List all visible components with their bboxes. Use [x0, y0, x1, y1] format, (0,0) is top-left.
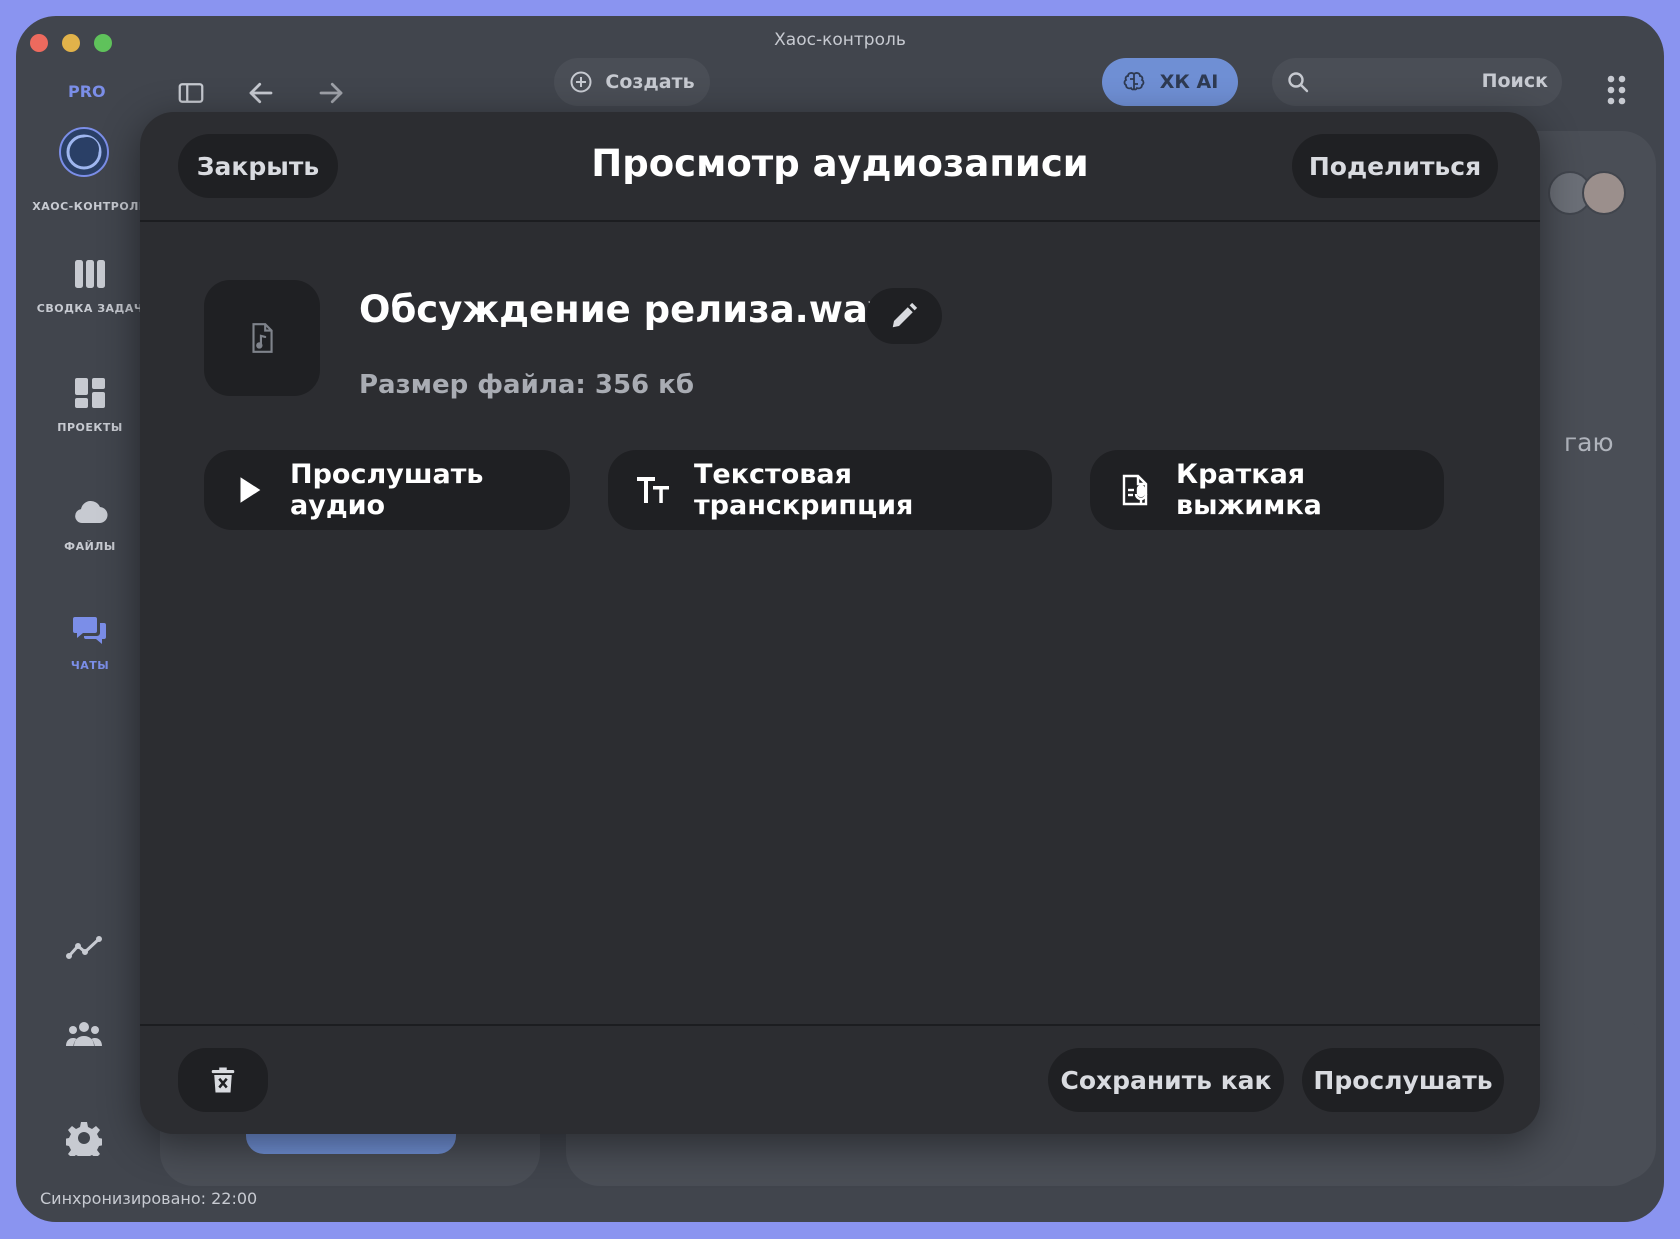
columns-icon — [75, 260, 105, 288]
app-logo[interactable] — [58, 126, 110, 178]
dashboard-icon — [75, 378, 105, 408]
sidebar-logo-label: ХАОС-КОНТРОЛЬ — [32, 200, 148, 213]
summary-mic-icon — [1122, 474, 1148, 506]
sidebar-item-label: СВОДКА ЗАДАЧ — [36, 302, 144, 315]
play-audio-button[interactable]: Прослушать аудио — [204, 450, 570, 530]
save-as-button[interactable]: Сохранить как — [1048, 1048, 1284, 1112]
pro-badge: PRO — [68, 82, 106, 101]
background-text: гаю — [1564, 428, 1614, 457]
apps-grid-icon[interactable] — [1606, 74, 1632, 106]
text-size-icon — [637, 477, 669, 503]
forward-arrow-icon[interactable] — [316, 78, 346, 108]
transcription-button[interactable]: Текстовая транскрипция — [608, 450, 1052, 530]
sidebar-item-files[interactable]: ФАЙЛЫ — [30, 494, 150, 553]
file-name: Обсуждение релиза.wav — [359, 288, 892, 331]
app-window: Хаос-контроль PRO Создать ХК AI Поиск ХА… — [16, 16, 1664, 1222]
rename-button[interactable] — [866, 288, 942, 344]
audio-preview-modal: Закрыть Просмотр аудиозаписи Поделиться … — [140, 112, 1540, 1134]
plus-circle-icon — [570, 71, 592, 93]
sidebar-item-label: ФАЙЛЫ — [64, 540, 116, 553]
back-arrow-icon[interactable] — [246, 78, 276, 108]
cloud-icon — [75, 500, 108, 524]
trash-icon — [211, 1067, 235, 1093]
pencil-icon — [892, 302, 918, 328]
create-button-label: Создать — [605, 71, 695, 93]
modal-footer: Сохранить как Прослушать — [140, 1024, 1540, 1134]
sidebar-item-label: ЧАТЫ — [70, 659, 110, 672]
transcription-label: Текстовая транскрипция — [694, 459, 914, 521]
sync-status: Синхронизировано: 22:00 — [40, 1189, 258, 1208]
sidebar-item-chats[interactable]: ЧАТЫ — [30, 613, 150, 672]
chat-icon — [73, 617, 106, 644]
brain-icon — [1123, 72, 1145, 91]
create-button[interactable]: Создать — [554, 58, 710, 106]
search-placeholder: Поиск — [1481, 70, 1548, 92]
sidebar-item-label: ПРОЕКТЫ — [57, 421, 123, 434]
search-field[interactable]: Поиск — [1272, 58, 1562, 106]
file-size: Размер файла: 356 кб — [359, 370, 694, 400]
summary-button[interactable]: Краткая выжимка — [1090, 450, 1444, 530]
share-button[interactable]: Поделиться — [1292, 134, 1498, 198]
sidebar-item-task-summary[interactable]: СВОДКА ЗАДАЧ — [30, 256, 150, 315]
settings-icon[interactable] — [64, 1120, 104, 1162]
ai-button[interactable]: ХК AI — [1102, 58, 1238, 106]
sidebar-item-projects[interactable]: ПРОЕКТЫ — [30, 375, 150, 434]
modal-header: Закрыть Просмотр аудиозаписи Поделиться — [140, 112, 1540, 222]
ai-button-label: ХК AI — [1159, 71, 1219, 93]
play-audio-label: Прослушать аудио — [290, 459, 484, 521]
window-title: Хаос-контроль — [774, 30, 906, 50]
search-icon — [1288, 72, 1309, 93]
team-icon[interactable] — [66, 1016, 102, 1052]
audio-file-icon — [204, 280, 320, 396]
listen-button[interactable]: Прослушать — [1302, 1048, 1504, 1112]
delete-button[interactable] — [178, 1048, 268, 1112]
sidebar-toggle-icon[interactable] — [176, 78, 206, 108]
avatar — [1582, 171, 1626, 215]
play-icon — [240, 477, 261, 503]
summary-label: Краткая выжимка — [1176, 459, 1322, 521]
analytics-icon[interactable] — [66, 930, 102, 966]
